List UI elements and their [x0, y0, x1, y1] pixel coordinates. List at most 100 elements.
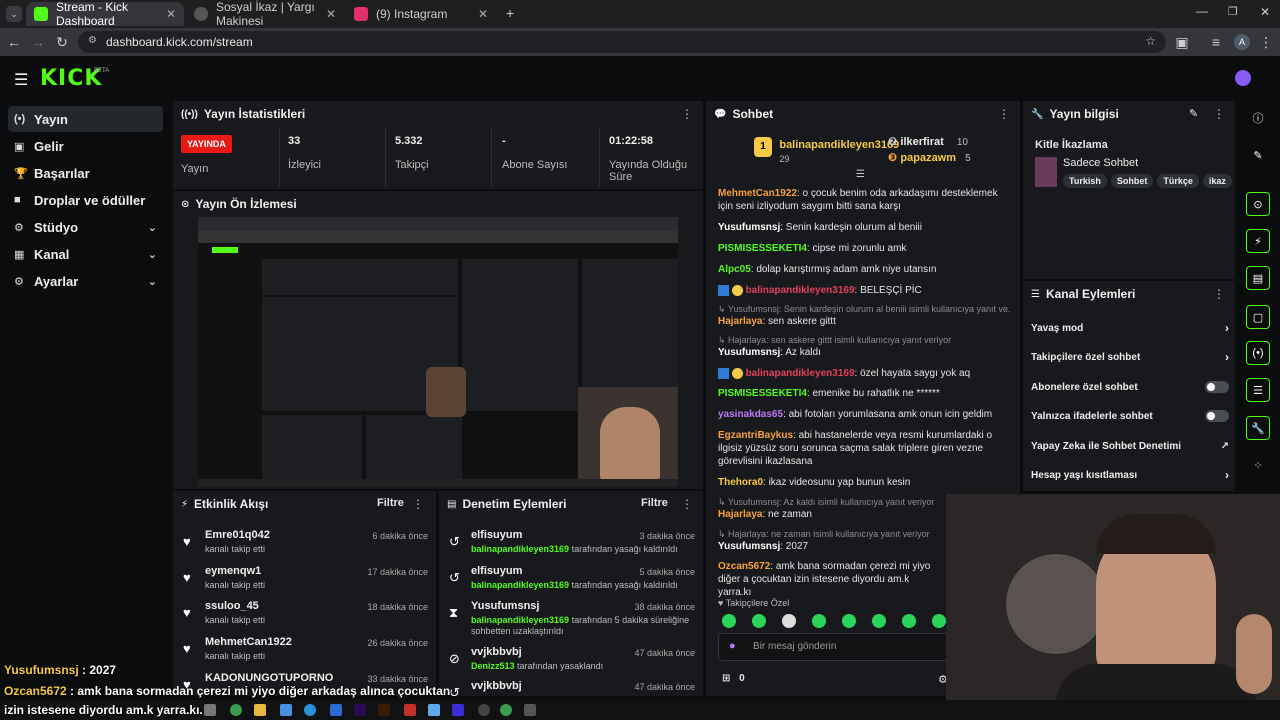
emote-icon[interactable] [842, 614, 856, 628]
more-options-icon[interactable]: ⋮ [681, 497, 693, 511]
chat-message[interactable]: Thehora0: ikaz videosunu yap bunun kesin [718, 476, 1010, 489]
media-control-icon[interactable]: ≡ [1206, 32, 1226, 52]
taskbar-app-icon[interactable] [404, 704, 416, 716]
close-icon[interactable]: ✕ [166, 7, 176, 21]
chat-message[interactable]: Yusufumsnsj: Senin kardeşin olurum al be… [718, 221, 1010, 234]
obs-icon[interactable] [478, 704, 490, 716]
reload-icon[interactable]: ↻ [52, 32, 72, 52]
chrome-icon[interactable] [500, 704, 512, 716]
emote-only-toggle[interactable] [1205, 410, 1229, 422]
bookmark-star-icon[interactable]: ☆ [1145, 34, 1156, 48]
site-info-icon[interactable]: ⚙ [88, 35, 97, 46]
hamburger-menu-icon[interactable]: ☰ [14, 70, 28, 90]
folder-icon[interactable] [254, 704, 266, 716]
tab-instagram[interactable]: (9) Instagram ✕ [346, 2, 496, 26]
action-subscribers-only-chat[interactable]: Abonelere özel sohbet [1031, 375, 1229, 399]
sidebar-item-gelir[interactable]: ▣ Gelir [8, 133, 163, 159]
filter-button[interactable]: Filtre [641, 497, 668, 509]
gifter-2[interactable]: ❷ ilkerfirat 10 [888, 135, 968, 148]
action-emote-only-chat[interactable]: Yalnızca ifadelerle sohbet [1031, 404, 1229, 428]
chat-message[interactable]: yasinakdas65: abi fotoları yorumlasana a… [718, 408, 1010, 421]
new-tab-plus-icon[interactable]: + [506, 5, 514, 21]
taskbar-app-icon[interactable] [428, 704, 440, 716]
emote-icon[interactable] [722, 614, 736, 628]
tab-stream-kick-dashboard[interactable]: Stream - Kick Dashboard ✕ [26, 0, 184, 28]
list-item[interactable]: ⧗ Yusufumsnsj balinapandikleyen3169 tara… [439, 598, 703, 642]
preview-icon[interactable]: ⊙ [1246, 192, 1270, 216]
tag[interactable]: ikaz [1202, 174, 1232, 188]
gifter-3[interactable]: ❸ papazawm 5 [888, 151, 971, 164]
minimize-icon[interactable]: — [1196, 4, 1208, 18]
user-avatar[interactable] [1235, 70, 1251, 86]
tab-sosyal-ikaz[interactable]: Sosyal İkaz | Yargı Makinesi ✕ [186, 0, 344, 28]
more-options-icon[interactable]: ⋮ [1213, 107, 1225, 121]
taskbar-app-icon[interactable] [204, 704, 216, 716]
info-icon[interactable]: ⓘ [1246, 106, 1270, 130]
chat-message[interactable]: Yusufumsnsj: Az kaldı [718, 346, 1010, 359]
list-item[interactable]: ♥ ssuloo_45 kanalı takip etti 18 dakika … [173, 598, 436, 632]
chat-collapse-icon[interactable]: ☰ [856, 169, 865, 180]
action-account-age-restriction[interactable]: Hesap yaşı kısıtlaması › [1031, 463, 1229, 487]
action-ai-moderation[interactable]: Yapay Zeka ile Sohbet Denetimi ↗ [1031, 434, 1229, 458]
microphone-icon[interactable]: ● [729, 640, 736, 652]
emote-icon[interactable] [902, 614, 916, 628]
close-icon[interactable]: ✕ [326, 7, 336, 21]
restore-icon[interactable]: ❐ [1228, 5, 1238, 18]
more-options-icon[interactable]: ⋮ [681, 107, 693, 121]
sidebar-item-studyo[interactable]: ⚙ Stüdyo ⌄ [8, 214, 163, 240]
stream-preview-video[interactable] [198, 217, 678, 487]
list-item[interactable]: ♥ Emre01q042 kanalı takip etti 6 dakika … [173, 527, 436, 561]
back-icon[interactable]: ← [4, 32, 24, 52]
tag[interactable]: Türkçe [1157, 174, 1199, 188]
action-slow-mode[interactable]: Yavaş mod › [1031, 316, 1229, 340]
more-options-icon[interactable]: ⋮ [998, 107, 1010, 121]
emote-icon[interactable] [782, 614, 796, 628]
taskbar-app-icon[interactable] [524, 704, 536, 716]
url-input[interactable]: ⚙ dashboard.kick.com/stream ☆ [78, 31, 1166, 53]
chat-bubble-icon[interactable]: ▢ [1246, 305, 1270, 329]
list-item[interactable]: ⊘ vvjkbbvbj Denizz513 tarafından yasakla… [439, 644, 703, 678]
sidebar-item-yayin[interactable]: (•) Yayın [8, 106, 163, 132]
profile-avatar[interactable]: A [1234, 34, 1250, 50]
broadcast-icon[interactable]: (•) [1246, 341, 1270, 365]
list-item[interactable]: ♥ eymenqw1 kanalı takip etti 17 dakika ö… [173, 563, 436, 597]
list-item[interactable]: ♥ MehmetCan1922 kanalı takip etti 26 dak… [173, 634, 436, 668]
window-close-icon[interactable]: ✕ [1260, 5, 1270, 19]
edit-icon[interactable]: ✎ [1246, 143, 1270, 167]
action-followers-only-chat[interactable]: Takipçilere özel sohbet › [1031, 345, 1229, 369]
more-options-icon[interactable]: ⋮ [412, 497, 424, 511]
list-item[interactable]: ↺ elfisuyum balinapandikleyen3169 tarafı… [439, 563, 703, 597]
sidebar-item-droplar[interactable]: ■ Droplar ve ödüller [8, 187, 163, 213]
sliders-icon[interactable]: ☰ [1246, 378, 1270, 402]
sidebar-item-kanal[interactable]: ▦ Kanal ⌄ [8, 241, 163, 267]
layout-icon[interactable]: ⁘ [1246, 453, 1270, 477]
emote-icon[interactable] [752, 614, 766, 628]
chat-message[interactable]: balinapandikleyen3169: özel hayata saygı… [718, 367, 1010, 380]
chat-message[interactable]: MehmetCan1922: o çocuk benim oda arkadaş… [718, 187, 1010, 213]
close-icon[interactable]: ✕ [478, 7, 488, 21]
taskbar-app-icon[interactable] [452, 704, 464, 716]
extensions-icon[interactable]: ▣ [1172, 32, 1192, 52]
top-gifter[interactable]: 1 balinapandikleyen3169 29 [754, 137, 899, 165]
emote-icon[interactable] [812, 614, 826, 628]
tab-search-icon[interactable]: ⌄ [6, 6, 22, 22]
subscribers-only-toggle[interactable] [1205, 381, 1229, 393]
edit-pencil-icon[interactable]: ✎ [1189, 107, 1198, 120]
chat-message[interactable]: Hajarlaya: sen askere gittt [718, 315, 1010, 328]
tag[interactable]: Turkish [1063, 174, 1107, 188]
chat-message[interactable]: Ozcan5672: amk bana sormadan çerezi mi y… [718, 560, 944, 599]
illustrator-icon[interactable] [378, 704, 390, 716]
tag[interactable]: Sohbet [1110, 174, 1154, 188]
wrench-icon[interactable]: 🔧 [1246, 416, 1270, 440]
sidebar-item-basarilar[interactable]: 🏆 Başarılar [8, 160, 163, 186]
forward-icon[interactable]: → [28, 32, 48, 52]
taskbar-app-icon[interactable] [330, 704, 342, 716]
more-options-icon[interactable]: ⋮ [1213, 287, 1225, 301]
taskbar-app-icon[interactable] [280, 704, 292, 716]
channel-points[interactable]: ⊞ 0 [722, 673, 745, 684]
chat-message[interactable]: PISMISESSEKETI4: cipse mi zorunlu amk [718, 242, 1010, 255]
filter-button[interactable]: Filtre [377, 497, 404, 509]
bolt-icon[interactable]: ⚡ [1246, 229, 1270, 253]
premiere-icon[interactable] [354, 704, 366, 716]
sidebar-item-ayarlar[interactable]: ⚙ Ayarlar ⌄ [8, 268, 163, 294]
